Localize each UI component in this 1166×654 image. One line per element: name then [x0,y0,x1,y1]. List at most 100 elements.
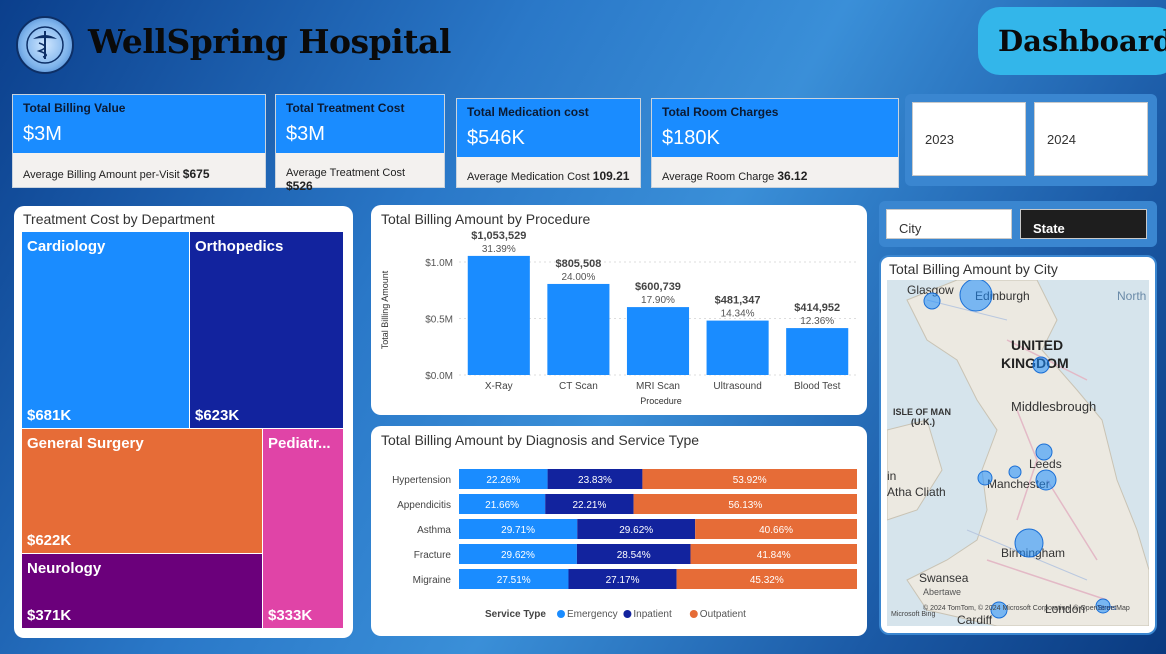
legend-marker [557,610,565,618]
map-terms-link[interactable]: Terms [1097,605,1117,612]
map-canvas: Glasgow Edinburgh North UNITED KINGDOM I… [887,280,1149,626]
year-option-2023[interactable]: 2023 [912,102,1026,176]
tile-label: Neurology [27,560,102,577]
x-tick-label: CT Scan [559,381,598,392]
kpi-value: $546K [467,127,525,149]
kpi-sub-label: Average Room Charge [662,171,775,183]
treemap-title: Treatment Cost by Department [23,211,215,227]
map-label-north: North [1117,289,1146,303]
map-label-cardiff: Cardiff [957,613,993,626]
kpi-sub-value: $675 [182,167,210,181]
map-label-swansea: Swansea [919,571,969,585]
segment-label: 53.92% [733,475,767,486]
treemap-tile-orthopedics[interactable]: Orthopedics $623K [190,232,343,428]
bar-value-label: $481,347 [715,295,761,307]
tile-value: $622K [27,532,72,549]
bar-percent-label: 12.36% [800,316,834,327]
segment-label: 40.66% [759,525,793,536]
segment-label: 28.54% [617,550,651,561]
x-tick-label: MRI Scan [636,381,680,392]
map-label-abertawe: Abertawe [923,587,961,597]
segment-label: 29.62% [501,550,535,561]
y-tick-label: $1.0M [425,258,453,269]
procedure-chart-panel: Total Billing Amount by Procedure $0.0M $… [371,205,867,415]
segment-label: 56.13% [728,500,762,511]
tile-label: Orthopedics [195,238,284,255]
hospital-logo [16,16,74,74]
bar-percent-label: 17.90% [641,295,675,306]
map-label-united: UNITED [1011,337,1063,353]
map-bubble-manchester[interactable] [1035,469,1057,491]
tile-value: $623K [195,407,240,424]
bar-value-label: $1,053,529 [471,230,526,242]
tile-value: $333K [268,607,313,624]
map-label-atha-cliath: Atha Cliath [887,485,946,499]
tile-value: $681K [27,407,72,424]
map-bubble-birmingham[interactable] [1014,528,1044,558]
treemap-tile-general-surgery[interactable]: General Surgery $622K [22,429,262,553]
x-axis-label: Procedure [640,396,682,406]
kpi-sub-value: 109.21 [592,169,630,183]
kpi-sub-value: 36.12 [777,169,808,183]
kpi-card-medication: Total Medication cost $546K Average Medi… [456,98,641,188]
kpi-sub-label: Average Treatment Cost [286,167,406,179]
bar-percent-label: 14.34% [721,309,755,320]
category-label: Appendicitis [397,500,451,511]
treemap-tile-pediatrics[interactable]: Pediatr... $333K [263,429,343,628]
diagnosis-stacked-chart: Hypertension 22.26% 23.83% 53.92% Appendicit… [392,469,857,620]
kpi-value: $3M [286,123,325,145]
bar[interactable] [467,255,530,375]
legend-item[interactable]: Inpatient [633,609,672,620]
segment-label: 41.84% [757,550,791,561]
bar-value-label: $414,952 [794,302,840,314]
kpi-title: Total Room Charges [662,105,779,119]
map-bubble-city[interactable] [977,470,993,486]
legend-title: Service Type [485,609,546,620]
tile-label: Pediatr... [268,435,331,452]
tile-label: Cardiology [27,238,106,255]
bar[interactable] [786,328,849,375]
kpi-value: $180K [662,127,720,149]
bar-percent-label: 31.39% [482,244,516,255]
map-bubble-edinburgh[interactable] [959,280,993,312]
segment-label: 27.17% [606,575,640,586]
kpi-sub-label: Average Medication Cost [467,171,590,183]
bar[interactable] [626,307,690,375]
city-map[interactable]: Glasgow Edinburgh North UNITED KINGDOM I… [887,280,1149,626]
city-slicer[interactable]: City [886,209,1012,239]
map-bubble-city[interactable] [1008,465,1022,479]
segment-label: 45.32% [750,575,784,586]
legend-item[interactable]: Outpatient [700,609,746,620]
kpi-title: Total Treatment Cost [286,101,405,115]
map-bubble-leeds[interactable] [1035,443,1053,461]
legend-item[interactable]: Emergency [567,609,618,620]
map-title: Total Billing Amount by City [889,261,1058,277]
map-bubble-city[interactable] [1032,356,1050,374]
map-bubble-glasgow[interactable] [923,292,941,310]
map-label-middlesbrough: Middlesbrough [1011,399,1096,414]
x-tick-label: X-Ray [485,381,513,392]
map-brand: Microsoft Bing [891,611,935,618]
bar-percent-label: 24.00% [561,272,595,283]
x-tick-label: Blood Test [794,381,841,392]
segment-label: 22.21% [572,500,606,511]
category-label: Fracture [414,550,452,561]
year-option-2024[interactable]: 2024 [1034,102,1148,176]
treemap-tile-neurology[interactable]: Neurology $371K [22,554,262,628]
segment-label: 22.26% [486,475,520,486]
kpi-card-room: Total Room Charges $180K Average Room Ch… [651,98,899,188]
segment-label: 29.71% [501,525,535,536]
map-label-isle-of-man: ISLE OF MAN [893,407,951,417]
y-tick-label: $0.5M [425,314,453,325]
kpi-card-treatment: Total Treatment Cost $3M Average Treatme… [275,94,445,193]
bar[interactable] [706,320,769,375]
segment-label: 27.51% [497,575,531,586]
treemap-tile-cardiology[interactable]: Cardiology $681K [22,232,189,428]
bar[interactable] [547,283,610,375]
category-label: Asthma [417,525,451,536]
kpi-sub-label: Average Billing Amount per-Visit [23,169,180,181]
state-slicer[interactable]: State [1020,209,1147,239]
legend-marker [689,610,698,618]
y-axis-label: Total Billing Amount [380,270,390,349]
segment-label: 21.66% [485,500,519,511]
